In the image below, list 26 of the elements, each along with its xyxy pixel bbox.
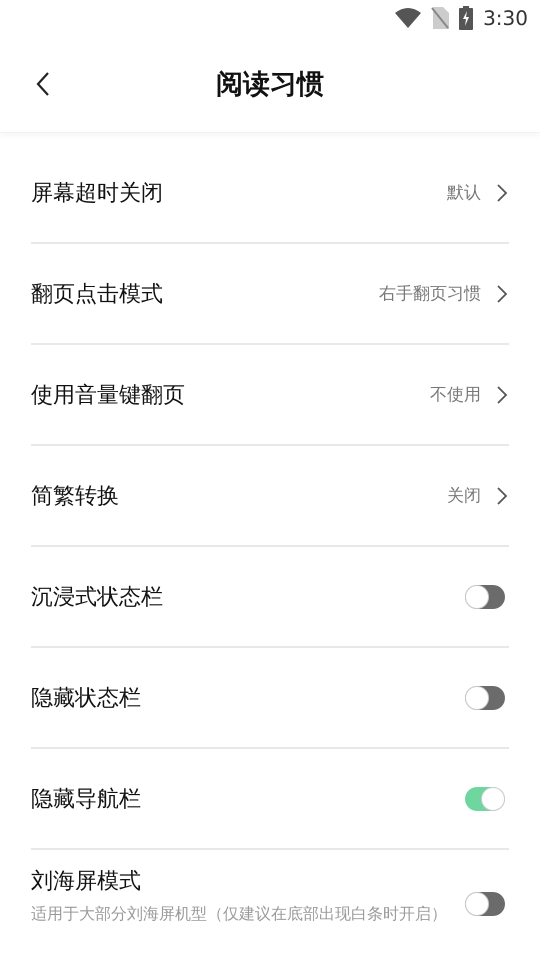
toggle-switch[interactable] [465,584,505,608]
page-title: 阅读习惯 [216,68,324,102]
setting-value: 右手翻页习惯 [379,283,481,305]
setting-label: 隐藏导航栏 [31,786,142,814]
setting-description: 适用于大部分刘海屏机型（仅建议在底部出现白条时开启） [31,904,448,924]
setting-value: 不使用 [430,384,481,406]
toggle-switch[interactable] [465,686,505,710]
setting-label: 翻页点击模式 [31,280,164,308]
battery-charging-icon [459,6,474,30]
toggle-switch[interactable] [465,892,505,916]
setting-label: 隐藏状态栏 [31,684,142,712]
chevron-right-icon [495,486,509,506]
setting-label: 使用音量键翻页 [31,382,186,410]
setting-label: 简繁转换 [31,482,120,510]
no-sim-icon [431,7,450,29]
setting-value: 关闭 [447,485,481,507]
chevron-right-icon [495,182,509,202]
toggle-switch[interactable] [465,786,505,810]
chevron-right-icon [495,284,509,304]
setting-label: 刘海屏模式 [31,868,142,896]
chevron-right-icon [495,384,509,404]
setting-label: 沉浸式状态栏 [31,584,164,612]
setting-label: 屏幕超时关闭 [31,180,164,208]
status-time: 3:30 [483,6,528,30]
setting-value: 默认 [447,182,481,204]
wifi-icon [395,8,422,28]
